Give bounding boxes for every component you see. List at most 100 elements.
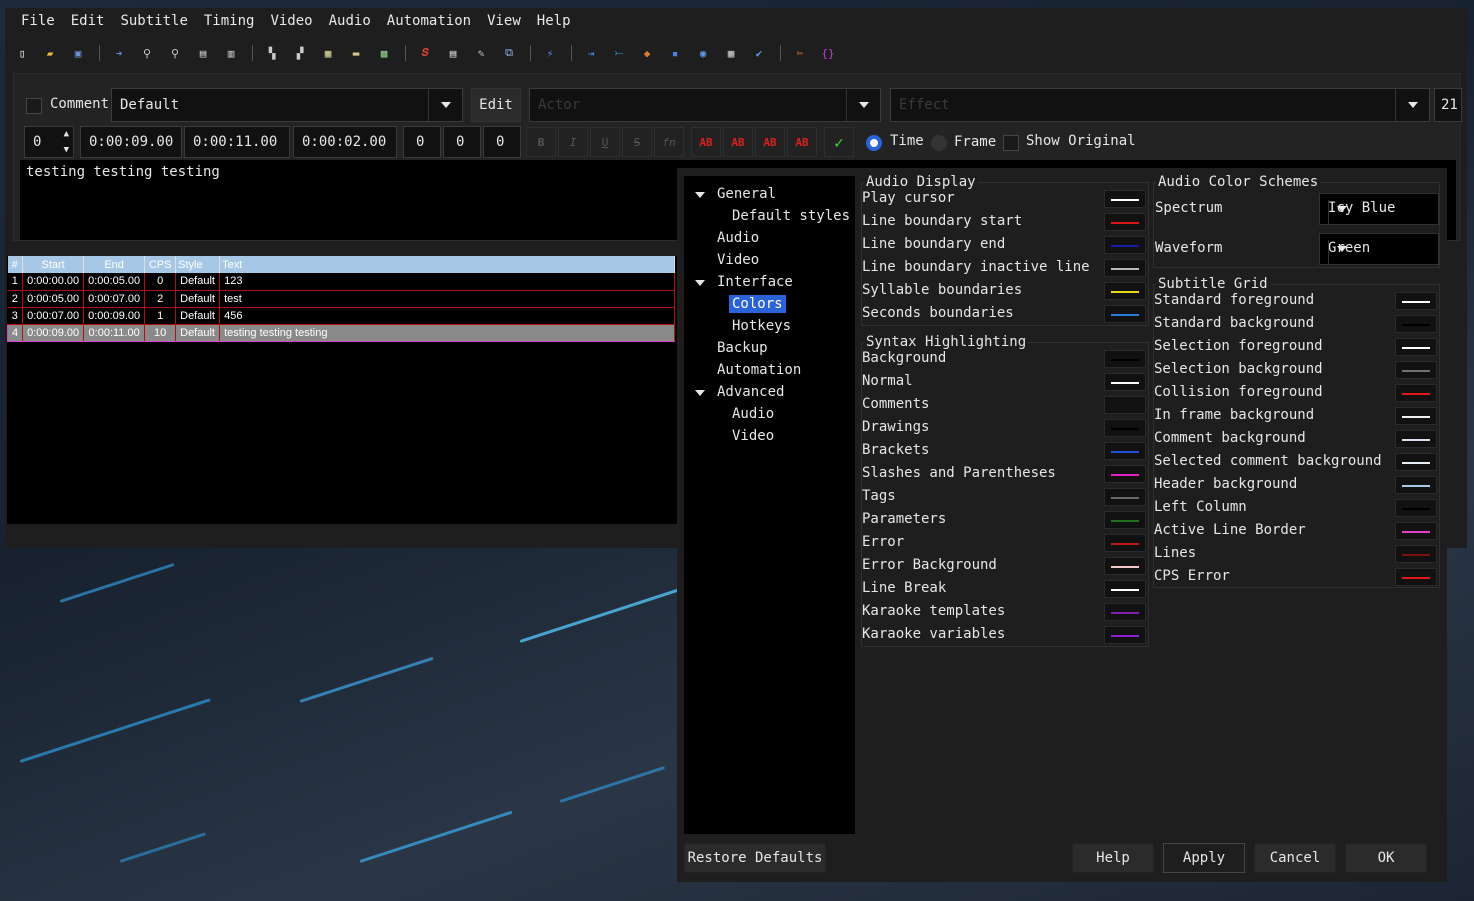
bold-button[interactable]: B bbox=[526, 127, 556, 157]
tree-item-hotkeys[interactable]: Hotkeys bbox=[732, 318, 791, 334]
header-start[interactable]: Start bbox=[22, 256, 85, 273]
tree-item-advanced-video[interactable]: Video bbox=[732, 428, 774, 444]
menu-audio[interactable]: Audio bbox=[321, 13, 379, 29]
style-check-icon[interactable]: ✔ bbox=[752, 46, 766, 60]
cancel-button[interactable]: Cancel bbox=[1254, 843, 1336, 873]
header-number[interactable]: # bbox=[7, 256, 24, 273]
frame-icon[interactable]: ▪ bbox=[668, 46, 682, 60]
header-cps[interactable]: CPS bbox=[144, 256, 177, 273]
color-swatch-button[interactable] bbox=[1104, 373, 1146, 391]
shift-times-icon[interactable]: ⇥ bbox=[584, 46, 598, 60]
margin-left-field[interactable]: 0 bbox=[403, 126, 441, 158]
color-swatch-button[interactable] bbox=[1104, 236, 1146, 254]
color-swatch-button[interactable] bbox=[1104, 442, 1146, 460]
spectrum-dropdown[interactable]: Icy Blue bbox=[1319, 193, 1439, 225]
options-icon[interactable]: ◉ bbox=[696, 46, 710, 60]
spell-check-grid-icon[interactable]: ▩ bbox=[377, 46, 391, 60]
color-swatch-button[interactable] bbox=[1104, 259, 1146, 277]
color-swatch-button[interactable] bbox=[1104, 305, 1146, 323]
table-row-active[interactable]: 4 0:00:09.00 0:00:11.00 10 Default testi… bbox=[6, 323, 675, 342]
color-swatch-button[interactable] bbox=[1395, 315, 1437, 333]
actor-dropdown[interactable]: Actor bbox=[529, 88, 881, 122]
help-button[interactable]: Help bbox=[1072, 843, 1154, 873]
comment-checkbox[interactable] bbox=[26, 98, 42, 114]
commit-button[interactable]: ✓ bbox=[824, 127, 854, 157]
edit-style-button[interactable]: Edit bbox=[471, 88, 521, 122]
snap-icon[interactable]: ⤚ bbox=[612, 46, 626, 60]
fonts-collector-icon[interactable]: ▦ bbox=[321, 46, 335, 60]
waveform-dropdown[interactable]: Green bbox=[1319, 233, 1439, 265]
tree-item-backup[interactable]: Backup bbox=[717, 340, 768, 356]
color-swatch-button[interactable] bbox=[1395, 430, 1437, 448]
color-swatch-button[interactable] bbox=[1395, 545, 1437, 563]
underline-button[interactable]: U bbox=[590, 127, 620, 157]
effect-dropdown[interactable]: Effect bbox=[890, 88, 1430, 122]
automation-icon[interactable]: 𝑺 bbox=[418, 46, 432, 60]
shadow-color-button[interactable]: AB bbox=[787, 127, 817, 157]
color-swatch-button[interactable] bbox=[1104, 580, 1146, 598]
expand-icon[interactable] bbox=[695, 280, 705, 286]
tree-item-automation[interactable]: Automation bbox=[717, 362, 801, 378]
open-folder-icon[interactable]: ▰ bbox=[43, 46, 57, 60]
color-swatch-button[interactable] bbox=[1104, 282, 1146, 300]
menu-subtitle[interactable]: Subtitle bbox=[112, 13, 195, 29]
color-swatch-button[interactable] bbox=[1104, 190, 1146, 208]
header-text[interactable]: Text bbox=[219, 256, 675, 273]
apply-button[interactable]: Apply bbox=[1163, 843, 1245, 873]
resample-icon[interactable]: ▬ bbox=[349, 46, 363, 60]
strikeout-button[interactable]: S bbox=[622, 127, 652, 157]
table-row[interactable]: 2 0:00:05.00 0:00:07.00 2 Default test bbox=[7, 290, 675, 308]
subtitle-grid[interactable]: # Start End CPS Style Text 1 0:00:00.00 … bbox=[6, 256, 677, 524]
menu-view[interactable]: View bbox=[479, 13, 529, 29]
color-swatch-button[interactable] bbox=[1104, 213, 1146, 231]
margin-vertical-field[interactable]: 0 bbox=[483, 126, 521, 158]
color-swatch-button[interactable] bbox=[1104, 419, 1146, 437]
keyframe-icon[interactable]: ▦ bbox=[724, 46, 738, 60]
header-end[interactable]: End bbox=[83, 256, 146, 273]
color-swatch-button[interactable] bbox=[1104, 465, 1146, 483]
script-icon[interactable]: {} bbox=[821, 46, 835, 60]
table-row[interactable]: 1 0:00:00.00 0:00:05.00 0 Default 123 bbox=[7, 273, 675, 291]
color-swatch-button[interactable] bbox=[1395, 407, 1437, 425]
timing-postprocessor-icon[interactable]: ✎ bbox=[474, 46, 488, 60]
color-swatch-button[interactable] bbox=[1395, 522, 1437, 540]
color-swatch-button[interactable] bbox=[1104, 534, 1146, 552]
restore-defaults-button[interactable]: Restore Defaults bbox=[684, 843, 826, 873]
table-row[interactable]: 3 0:00:07.00 0:00:09.00 1 Default 456 bbox=[7, 307, 675, 325]
color-swatch-button[interactable] bbox=[1104, 603, 1146, 621]
attachments-icon[interactable]: ▞ bbox=[293, 46, 307, 60]
color-swatch-button[interactable] bbox=[1395, 338, 1437, 356]
color-swatch-button[interactable] bbox=[1395, 292, 1437, 310]
expand-icon[interactable] bbox=[695, 192, 705, 198]
tree-item-default-styles[interactable]: Default styles bbox=[732, 208, 850, 224]
tools-icon[interactable]: ✂ bbox=[793, 46, 807, 60]
color-swatch-button[interactable] bbox=[1395, 476, 1437, 494]
menu-automation[interactable]: Automation bbox=[379, 13, 479, 29]
margin-right-field[interactable]: 0 bbox=[443, 126, 481, 158]
tree-item-advanced[interactable]: Advanced bbox=[717, 384, 784, 400]
duration-field[interactable]: 0:00:02.00 bbox=[293, 126, 397, 158]
jump-icon[interactable]: ➔ bbox=[112, 46, 126, 60]
new-file-icon[interactable]: ▯ bbox=[15, 46, 29, 60]
tree-item-audio[interactable]: Audio bbox=[717, 230, 759, 246]
translation-icon[interactable]: ⧉ bbox=[502, 46, 516, 60]
menu-edit[interactable]: Edit bbox=[63, 13, 113, 29]
style-dropdown[interactable]: Default bbox=[111, 88, 463, 122]
outline-color-button[interactable]: AB bbox=[755, 127, 785, 157]
font-button[interactable]: fn bbox=[654, 127, 684, 157]
layer-spinner[interactable]: 0 ▲ ▼ bbox=[24, 126, 74, 158]
color-swatch-button[interactable] bbox=[1104, 626, 1146, 644]
spin-up-icon[interactable]: ▲ bbox=[64, 129, 69, 139]
audio-icon[interactable]: ◆ bbox=[640, 46, 654, 60]
spin-down-icon[interactable]: ▼ bbox=[64, 145, 69, 155]
color-swatch-button[interactable] bbox=[1395, 384, 1437, 402]
color-swatch-button[interactable] bbox=[1395, 499, 1437, 517]
tree-item-colors[interactable]: Colors bbox=[729, 295, 786, 313]
end-time-field[interactable]: 0:00:11.00 bbox=[184, 126, 290, 158]
menu-timing[interactable]: Timing bbox=[196, 13, 263, 29]
start-time-field[interactable]: 0:00:09.00 bbox=[80, 126, 182, 158]
menu-video[interactable]: Video bbox=[262, 13, 320, 29]
zoom-out-icon[interactable]: ⚲ bbox=[168, 46, 182, 60]
tree-item-video[interactable]: Video bbox=[717, 252, 759, 268]
header-style[interactable]: Style bbox=[175, 256, 221, 273]
